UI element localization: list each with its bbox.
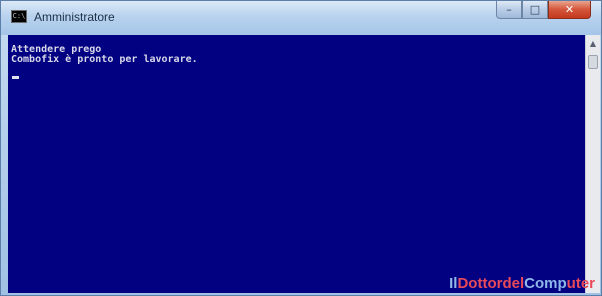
scroll-up-arrow-icon[interactable]: ▲ [588, 39, 598, 49]
watermark: IlDottordelComputer [449, 275, 595, 292]
text-cursor [12, 76, 19, 79]
watermark-part: Dott [457, 275, 488, 292]
watermark-part: ordel [487, 275, 525, 292]
watermark-part: uter [566, 275, 595, 292]
console-output[interactable]: Attendere prego Combofix è pronto per la… [8, 35, 585, 293]
command-prompt-icon[interactable]: C:\ [11, 10, 27, 23]
watermark-part: Comp [524, 275, 567, 292]
title-bar[interactable]: C:\ Amministratore – □ ✕ [1, 1, 601, 35]
window-title: Amministratore [34, 10, 115, 24]
vertical-scrollbar[interactable]: ▲ [585, 35, 600, 293]
window-controls: – □ ✕ [496, 1, 591, 21]
minimize-button[interactable]: – [496, 1, 522, 19]
console-line: Combofix è pronto per lavorare. [11, 54, 198, 65]
console-window: C:\ Amministratore – □ ✕ Attendere prego… [0, 0, 602, 296]
close-button[interactable]: ✕ [548, 1, 591, 19]
maximize-button[interactable]: □ [522, 1, 548, 19]
scroll-thumb[interactable] [588, 55, 598, 69]
console-text: Attendere prego Combofix è pronto per la… [11, 45, 198, 65]
